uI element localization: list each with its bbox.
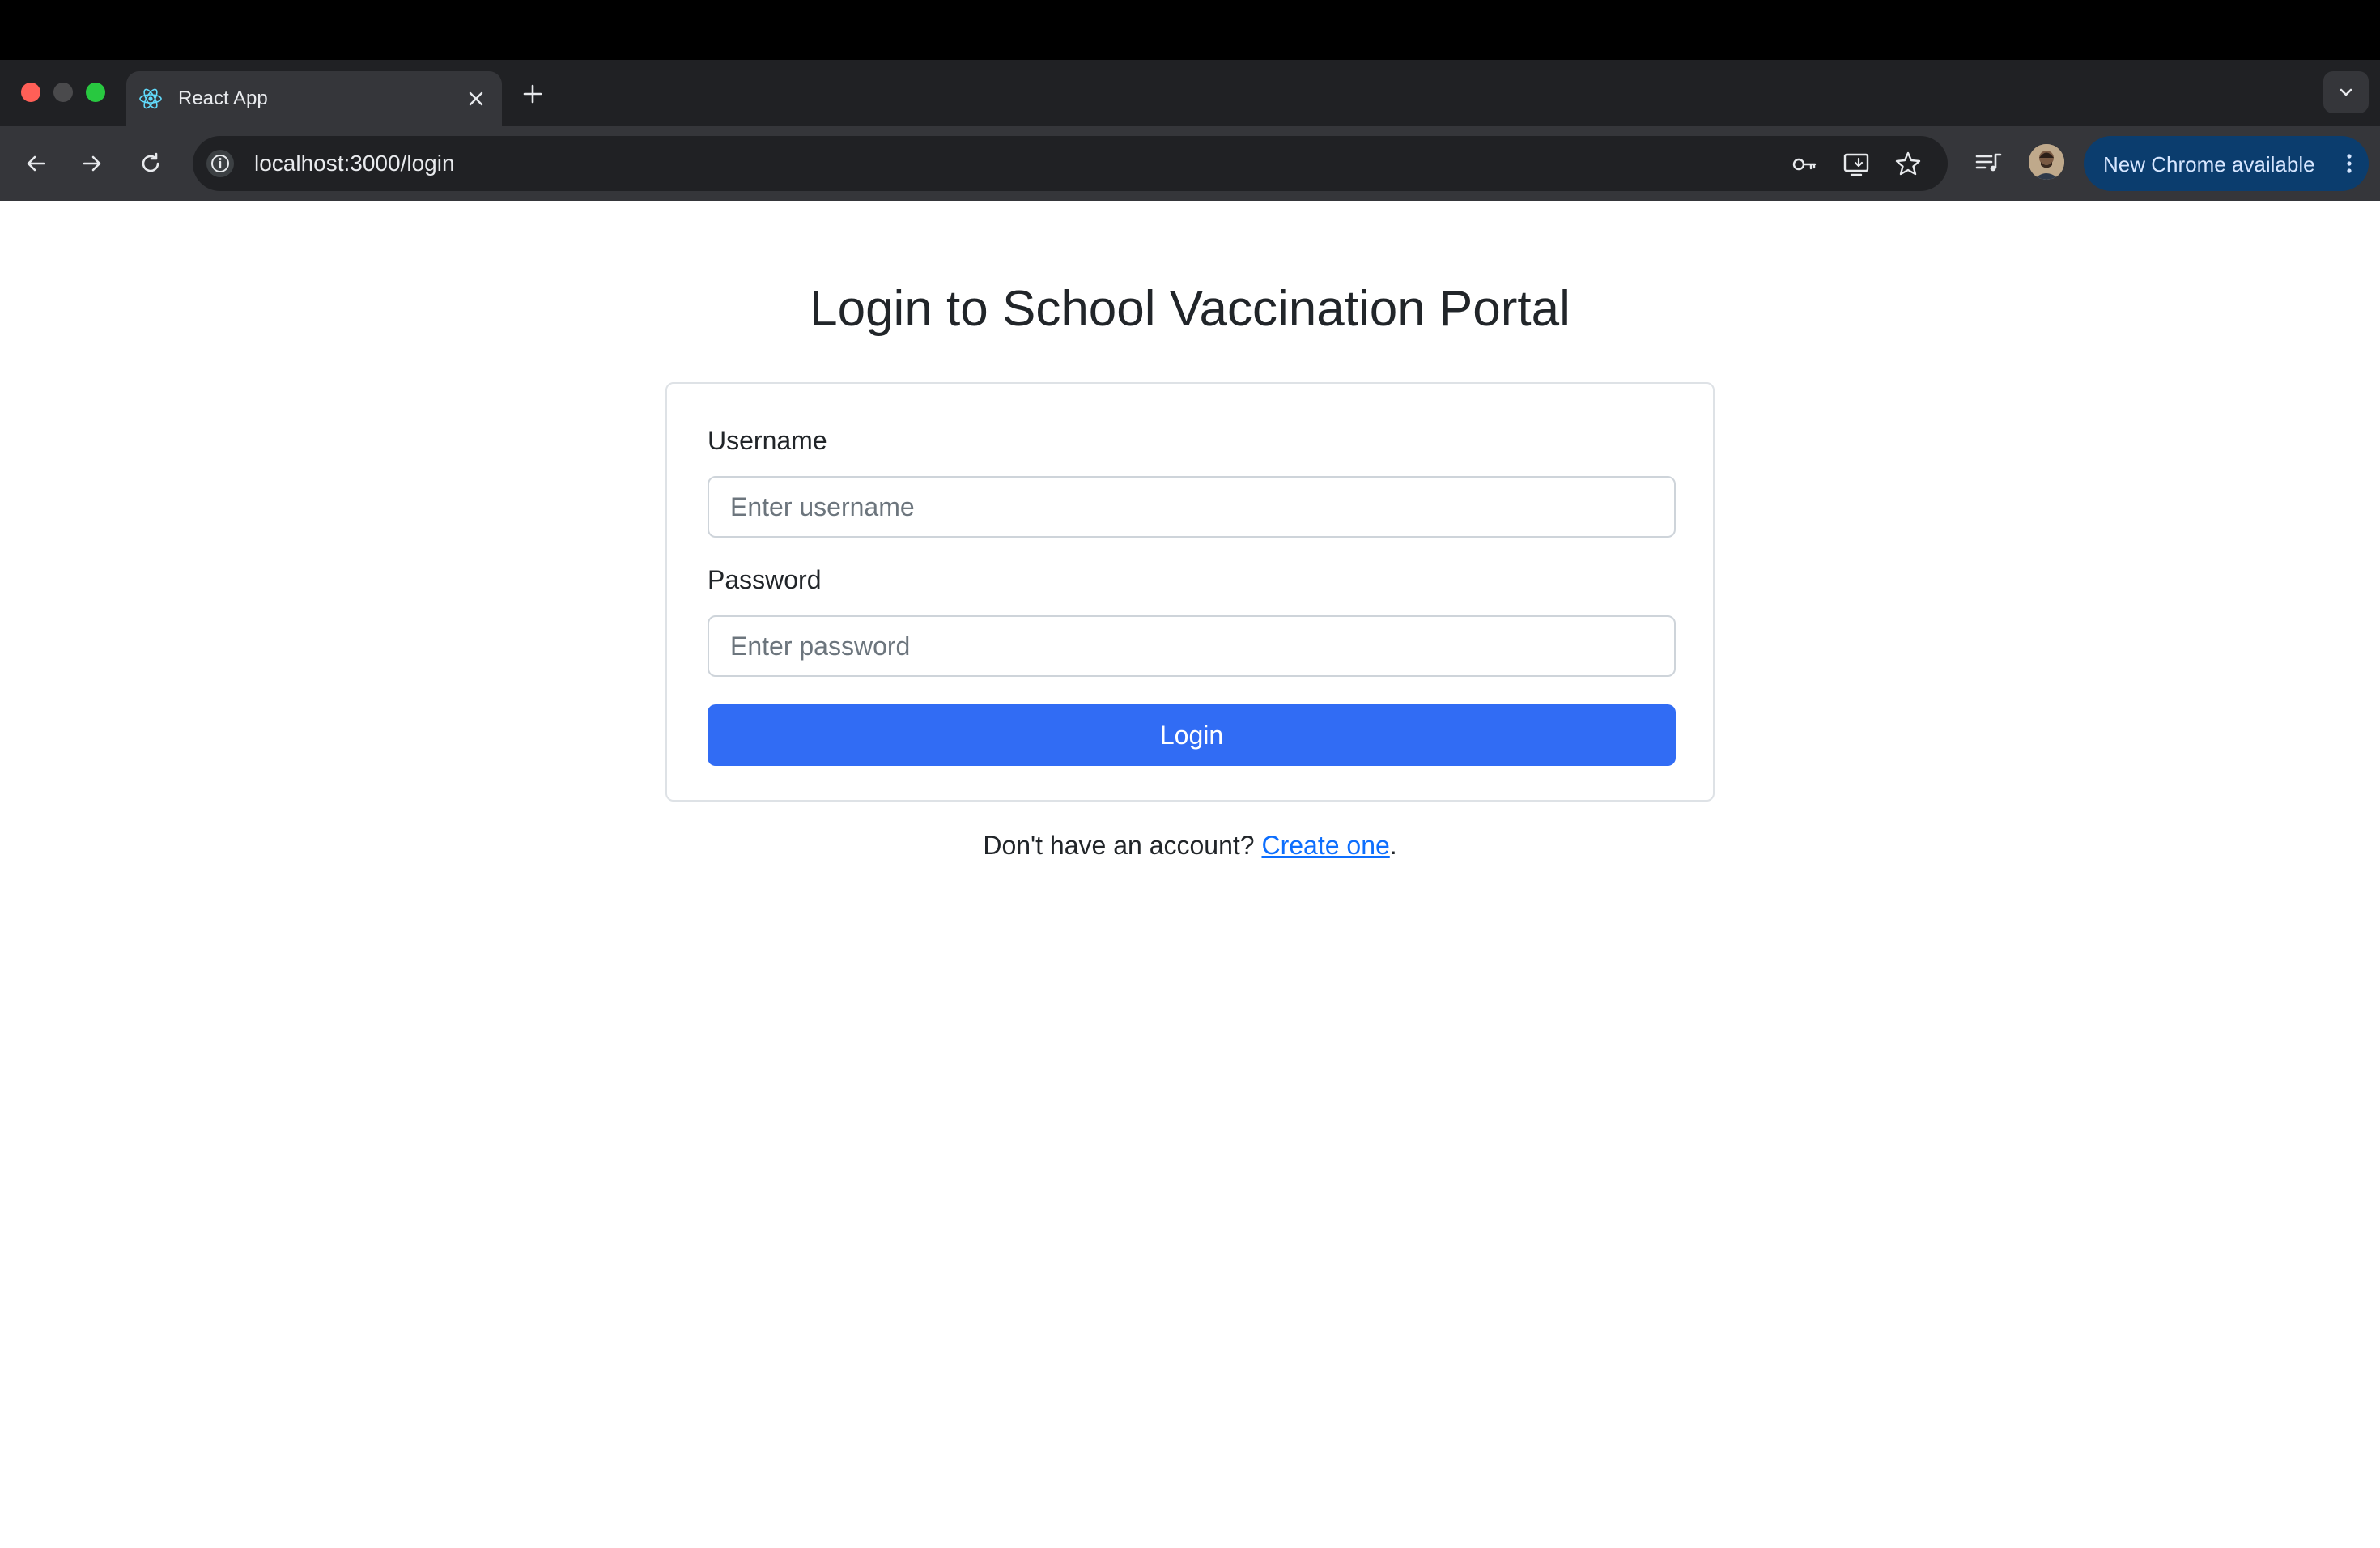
signup-prompt-text: Don't have an account? bbox=[983, 831, 1262, 860]
tab-search-button[interactable] bbox=[2323, 71, 2369, 113]
reload-icon bbox=[142, 152, 159, 172]
more-vert-icon[interactable] bbox=[2335, 149, 2364, 178]
arrow-left-icon bbox=[27, 155, 45, 172]
login-form-card: Username Password Login bbox=[665, 382, 1715, 802]
reload-button[interactable] bbox=[131, 144, 170, 183]
os-menu-bar bbox=[0, 0, 2380, 60]
react-logo-icon bbox=[139, 88, 162, 109]
window-zoom-button[interactable] bbox=[86, 83, 105, 102]
page-content: Login to School Vaccination Portal Usern… bbox=[0, 201, 2380, 1548]
tab-close-icon[interactable] bbox=[463, 86, 489, 112]
arrow-right-icon bbox=[83, 155, 101, 172]
back-button[interactable] bbox=[16, 144, 55, 183]
key-icon[interactable] bbox=[1789, 149, 1820, 180]
password-label: Password bbox=[708, 565, 822, 594]
site-info-icon[interactable] bbox=[206, 149, 235, 178]
browser-toolbar: localhost:3000/login New Chrome availabl… bbox=[0, 126, 2380, 201]
browser-tab-active[interactable]: React App bbox=[126, 71, 502, 126]
install-app-icon[interactable] bbox=[1841, 149, 1872, 180]
forward-button[interactable] bbox=[73, 144, 112, 183]
address-url: localhost:3000/login bbox=[254, 151, 455, 176]
username-input[interactable] bbox=[708, 476, 1676, 538]
profile-avatar[interactable] bbox=[2029, 144, 2064, 180]
password-input[interactable] bbox=[708, 615, 1676, 677]
tab-strip: React App bbox=[0, 60, 2380, 126]
username-label: Username bbox=[708, 426, 827, 455]
tab-title: React App bbox=[178, 87, 268, 109]
window-minimize-button[interactable] bbox=[53, 83, 73, 102]
bookmark-star-icon[interactable] bbox=[1893, 149, 1923, 180]
chrome-update-button[interactable]: New Chrome available bbox=[2084, 136, 2369, 191]
new-tab-icon[interactable] bbox=[518, 79, 547, 108]
media-controls-icon[interactable] bbox=[1969, 144, 2008, 183]
page-title: Login to School Vaccination Portal bbox=[810, 281, 1570, 337]
window-close-button[interactable] bbox=[21, 83, 40, 102]
login-button[interactable]: Login bbox=[708, 704, 1676, 766]
signup-prompt-suffix: . bbox=[1389, 831, 1397, 860]
create-account-link[interactable]: Create one bbox=[1261, 831, 1389, 860]
chevron-down-icon bbox=[2340, 88, 2352, 96]
update-button-label: New Chrome available bbox=[2103, 152, 2315, 176]
address-bar[interactable]: localhost:3000/login bbox=[193, 136, 1948, 191]
signup-prompt: Don't have an account? Create one. bbox=[0, 831, 2380, 861]
